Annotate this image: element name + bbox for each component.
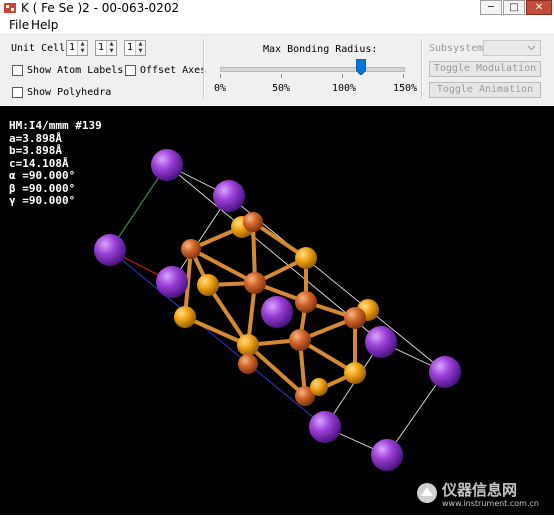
minimize-button[interactable]: ─ (480, 0, 502, 15)
show-atom-labels-checkbox[interactable] (12, 65, 23, 76)
watermark-cn: 仪器信息网 (442, 481, 518, 499)
unit-cell-a-stepper[interactable]: 1 ▲ ▼ (66, 40, 88, 56)
crystal-viewport[interactable]: HM:I4/mmm #139 a=3.898Å b=3.898Å c=14.10… (0, 106, 554, 515)
unit-cell-label: Unit Cell: (11, 43, 72, 54)
slider-tick-label: 150% (393, 83, 418, 94)
chevron-down-icon (527, 45, 536, 51)
stepper-arrows[interactable]: ▲ ▼ (77, 41, 87, 55)
unit-cell-c-value: 1 (127, 42, 134, 53)
window-title: K ( Fe Se )2 - 00-063-0202 (21, 1, 180, 15)
potassium-atom (429, 356, 461, 388)
slider-tick (281, 74, 282, 78)
selenium-atom (197, 274, 219, 296)
potassium-atom (156, 266, 188, 298)
potassium-atom (151, 149, 183, 181)
down-arrow-icon[interactable]: ▼ (136, 48, 145, 55)
toolbar-separator (421, 39, 423, 99)
bonding-radius-slider-track[interactable] (220, 67, 405, 72)
potassium-atom (261, 296, 293, 328)
unit-cell-a-value: 1 (69, 42, 76, 53)
iron-atom (295, 291, 317, 313)
close-button[interactable]: ✕ (526, 0, 552, 15)
iron-atom (238, 354, 258, 374)
iron-atom (344, 307, 366, 329)
offset-axes-checkbox[interactable] (125, 65, 136, 76)
slider-tick (403, 74, 404, 78)
show-polyhedra-checkbox[interactable] (12, 87, 23, 98)
offset-axes-label[interactable]: Offset Axes (140, 65, 206, 77)
menu-file[interactable]: File (9, 18, 29, 32)
unit-cell-b-value: 1 (98, 42, 105, 53)
crystal-structure-render (94, 149, 461, 471)
status-strip (0, 515, 554, 521)
toggle-modulation-button[interactable]: Toggle Modulation (429, 61, 541, 77)
watermark: 仪器信息网 www.instrument.com.cn (417, 481, 539, 508)
potassium-atom (365, 326, 397, 358)
bonding-radius-slider-thumb[interactable] (356, 59, 366, 75)
potassium-atom (213, 180, 245, 212)
potassium-atom (309, 411, 341, 443)
up-arrow-icon[interactable]: ▲ (107, 41, 116, 48)
stepper-arrows[interactable]: ▲ ▼ (106, 41, 116, 55)
show-atom-labels-label[interactable]: Show Atom Labels (27, 65, 123, 77)
iron-atom (181, 239, 201, 259)
slider-tick (220, 74, 221, 78)
down-arrow-icon[interactable]: ▼ (107, 48, 116, 55)
unit-cell-b-stepper[interactable]: 1 ▲ ▼ (95, 40, 117, 56)
stepper-arrows[interactable]: ▲ ▼ (135, 41, 145, 55)
up-arrow-icon[interactable]: ▲ (78, 41, 87, 48)
iron-atom (244, 272, 266, 294)
title-bar: K ( Fe Se )2 - 00-063-0202 ─ □ ✕ (0, 0, 554, 16)
watermark-logo-icon (417, 483, 437, 503)
slider-tick-label: 100% (332, 83, 357, 94)
unit-cell-c-stepper[interactable]: 1 ▲ ▼ (124, 40, 146, 56)
selenium-atom (237, 334, 259, 356)
selenium-atom (174, 306, 196, 328)
potassium-atom (371, 439, 403, 471)
show-polyhedra-label[interactable]: Show Polyhedra (27, 87, 111, 99)
selenium-atom (295, 247, 317, 269)
maximize-button[interactable]: □ (503, 0, 525, 15)
slider-tick-label: 0% (214, 83, 227, 94)
selenium-atom (310, 378, 328, 396)
down-arrow-icon[interactable]: ▼ (78, 48, 87, 55)
potassium-atom (94, 234, 126, 266)
watermark-en: www.instrument.com.cn (442, 499, 539, 508)
max-bonding-radius-label: Max Bonding Radius: (263, 44, 378, 55)
menu-bar: File Help (0, 16, 554, 35)
menu-help[interactable]: Help (31, 18, 58, 32)
subsystem-label: Subsystem: (429, 43, 490, 54)
slider-tick-label: 50% (272, 83, 291, 94)
subsystem-dropdown[interactable] (483, 40, 541, 56)
app-icon (4, 3, 16, 13)
slider-tick (342, 74, 343, 78)
toolbar-separator (203, 39, 205, 99)
toggle-animation-button[interactable]: Toggle Animation (429, 82, 541, 98)
up-arrow-icon[interactable]: ▲ (136, 41, 145, 48)
selenium-atom (344, 362, 366, 384)
iron-atom (243, 212, 263, 232)
iron-atom (289, 329, 311, 351)
